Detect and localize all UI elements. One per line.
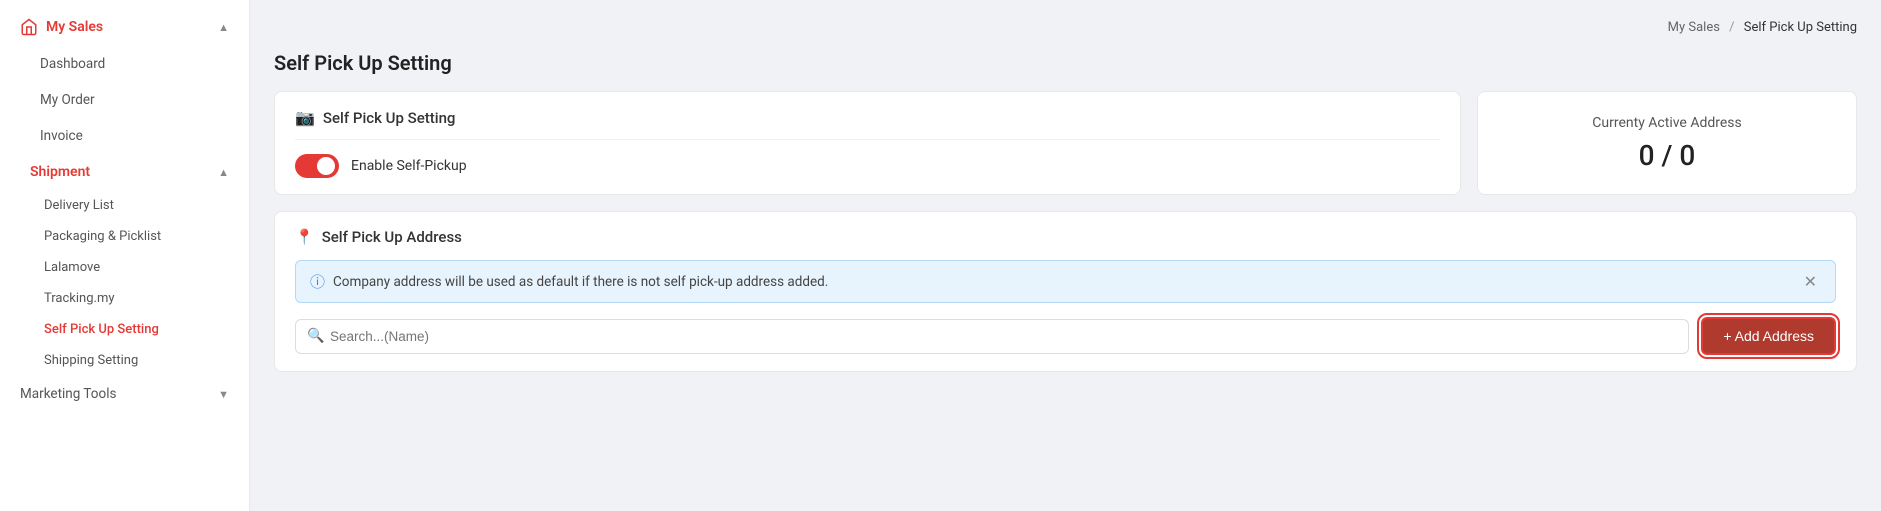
search-action-row: 🔍 + Add Address — [295, 317, 1836, 355]
search-input-wrap: 🔍 — [295, 319, 1689, 354]
chevron-up-icon-shipment: ▲ — [218, 166, 229, 179]
active-address-label: Currenty Active Address — [1592, 115, 1741, 131]
info-icon: ⓘ — [310, 271, 325, 292]
sidebar-sub-lalamove[interactable]: Lalamove — [0, 252, 249, 283]
setting-card: 📷 Self Pick Up Setting Enable Self-Picku… — [274, 91, 1461, 195]
address-section-card: 📍 Self Pick Up Address ⓘ Company address… — [274, 211, 1857, 372]
toggle-row: Enable Self-Pickup — [295, 154, 1440, 178]
sidebar-sub-self-pickup[interactable]: Self Pick Up Setting — [0, 314, 249, 345]
main-content: My Sales / Self Pick Up Setting Self Pic… — [250, 0, 1881, 511]
chevron-up-icon: ▲ — [218, 21, 229, 34]
breadcrumb-separator: / — [1729, 20, 1734, 35]
marketing-tools-label: Marketing Tools — [20, 386, 116, 402]
breadcrumb-parent: My Sales — [1668, 20, 1720, 35]
sidebar-shipment[interactable]: Shipment ▲ — [0, 154, 249, 190]
sidebar-sub-shipping-setting[interactable]: Shipping Setting — [0, 345, 249, 376]
sidebar-item-dashboard[interactable]: Dashboard — [0, 46, 249, 82]
toggle-label: Enable Self-Pickup — [351, 158, 467, 174]
sidebar-sub-packaging[interactable]: Packaging & Picklist — [0, 221, 249, 252]
cards-row: 📷 Self Pick Up Setting Enable Self-Picku… — [274, 91, 1857, 195]
sidebar-sub-delivery-list[interactable]: Delivery List — [0, 190, 249, 221]
sidebar-sub-tracking[interactable]: Tracking.my — [0, 283, 249, 314]
info-banner-content: ⓘ Company address will be used as defaul… — [310, 271, 828, 292]
my-sales-label: My Sales — [46, 19, 103, 35]
search-input[interactable] — [295, 319, 1689, 354]
breadcrumb-current: Self Pick Up Setting — [1744, 20, 1857, 35]
active-address-card: Currenty Active Address 0 / 0 — [1477, 91, 1857, 195]
shipment-label: Shipment — [30, 164, 90, 180]
sidebar-my-sales[interactable]: My Sales ▲ — [0, 8, 249, 46]
setting-card-title: 📷 Self Pick Up Setting — [295, 108, 1440, 140]
location-icon: 📍 — [295, 228, 314, 246]
sidebar-marketing-tools[interactable]: Marketing Tools ▼ — [0, 376, 249, 412]
active-address-value: 0 / 0 — [1639, 139, 1696, 172]
store-icon — [20, 18, 38, 36]
pickup-icon: 📷 — [295, 108, 315, 127]
address-section-header: 📍 Self Pick Up Address — [295, 228, 1836, 246]
sidebar: My Sales ▲ Dashboard My Order Invoice Sh… — [0, 0, 250, 511]
add-address-button[interactable]: + Add Address — [1701, 317, 1836, 355]
info-banner: ⓘ Company address will be used as defaul… — [295, 260, 1836, 303]
page-title: Self Pick Up Setting — [274, 51, 1857, 75]
chevron-down-icon-marketing: ▼ — [218, 388, 229, 401]
sidebar-item-my-order[interactable]: My Order — [0, 82, 249, 118]
close-banner-button[interactable]: ✕ — [1800, 272, 1821, 292]
sidebar-item-invoice[interactable]: Invoice — [0, 118, 249, 154]
breadcrumb: My Sales / Self Pick Up Setting — [274, 20, 1857, 35]
address-section-title: Self Pick Up Address — [322, 228, 462, 246]
search-icon: 🔍 — [307, 328, 324, 344]
info-message: Company address will be used as default … — [333, 274, 828, 290]
self-pickup-toggle[interactable] — [295, 154, 339, 178]
